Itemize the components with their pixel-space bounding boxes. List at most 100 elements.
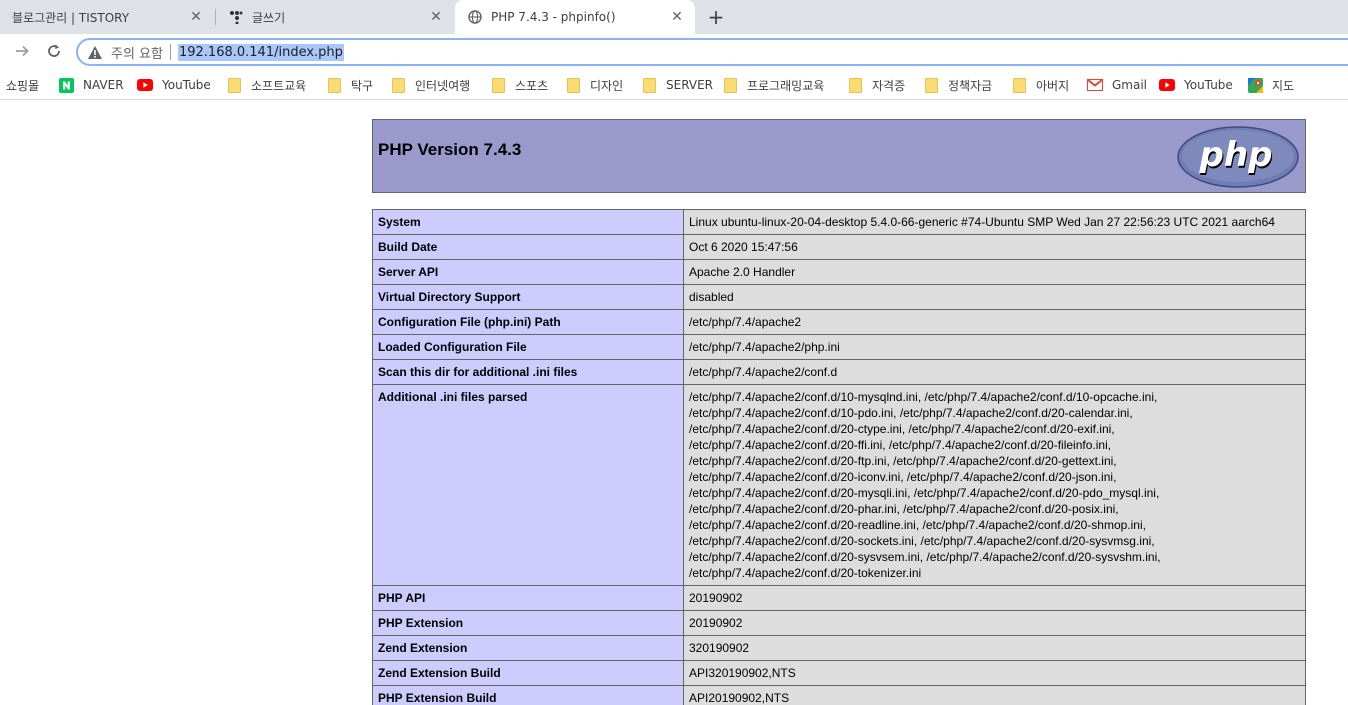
bookmark-naver[interactable]: NAVER (58, 76, 124, 94)
bookmark-label: 소프트교육 (251, 78, 307, 93)
row-value: Apache 2.0 Handler (683, 259, 1306, 285)
page-content: PHP Version 7.4.3 php php System Linux u… (0, 101, 1348, 705)
folder-icon (390, 77, 406, 93)
table-row: PHP API 20190902 (372, 585, 1306, 611)
row-key: Virtual Directory Support (372, 284, 684, 310)
bookmark-gmail[interactable]: Gmail (1087, 76, 1147, 94)
browser-toolbar: 주의 요함 192.168.0.141/index.php (0, 34, 1348, 70)
table-row: Loaded Configuration File /etc/php/7.4/a… (372, 334, 1306, 360)
folder-icon (326, 77, 342, 93)
row-value: Linux ubuntu-linux-20-04-desktop 5.4.0-6… (683, 209, 1306, 235)
bookmark-youtube[interactable]: YouTube (137, 76, 211, 94)
close-tab-icon[interactable]: ✕ (428, 9, 444, 25)
table-row: Build Date Oct 6 2020 15:47:56 (372, 234, 1306, 260)
address-bar[interactable]: 주의 요함 192.168.0.141/index.php (76, 38, 1348, 66)
folder-icon (565, 77, 581, 93)
table-row: PHP Extension Build API20190902,NTS (372, 685, 1306, 705)
folder-icon (722, 77, 738, 93)
tab-write-post[interactable]: 글쓰기 ✕ (216, 0, 454, 34)
youtube-icon (137, 77, 153, 93)
bookmark-shopping[interactable]: 쇼핑몰 (6, 76, 39, 94)
php-info-table: System Linux ubuntu-linux-20-04-desktop … (372, 209, 1306, 705)
bookmark-folder-server[interactable]: SERVER (641, 76, 713, 94)
bookmark-label: 정책자금 (948, 78, 993, 93)
table-row: PHP Extension 20190902 (372, 610, 1306, 636)
bookmark-label: 스포츠 (515, 78, 549, 93)
table-row: System Linux ubuntu-linux-20-04-desktop … (372, 209, 1306, 235)
tab-title: 글쓰기 (252, 10, 286, 25)
gmail-icon (1087, 77, 1103, 93)
bookmark-label: YouTube (1184, 78, 1233, 92)
bookmarks-bar: 쇼핑몰 NAVER YouTube 소프트교육 탁구 인터넷여행 스포츠 디자인… (0, 70, 1348, 100)
row-key: Zend Extension (372, 635, 684, 661)
bookmark-label: NAVER (83, 78, 124, 92)
tistory-dots-icon (228, 9, 244, 25)
bookmark-folder-policy-funds[interactable]: 정책자금 (923, 76, 992, 94)
row-key: Build Date (372, 234, 684, 260)
row-key: Loaded Configuration File (372, 334, 684, 360)
ini-file-line: /etc/php/7.4/apache2/conf.d/20-mysqli.in… (689, 486, 1160, 500)
warning-icon[interactable] (87, 44, 103, 60)
row-value: 20190902 (683, 585, 1306, 611)
table-row: Zend Extension 320190902 (372, 635, 1306, 661)
php-version-header: PHP Version 7.4.3 php php (372, 119, 1306, 193)
row-key: Configuration File (php.ini) Path (372, 309, 684, 335)
bookmark-label: Gmail (1112, 78, 1148, 92)
bookmark-label: 디자인 (590, 78, 624, 93)
bookmark-folder-certification[interactable]: 자격증 (847, 76, 905, 94)
bookmark-folder-sports[interactable]: 스포츠 (490, 76, 548, 94)
tab-strip: 블로그관리 | TISTORY ✕ 글쓰기 ✕ PHP 7.4.3 - phpi… (0, 0, 1348, 34)
row-value: 320190902 (683, 635, 1306, 661)
tab-phpinfo[interactable]: PHP 7.4.3 - phpinfo() ✕ (455, 0, 695, 34)
row-key: PHP API (372, 585, 684, 611)
tab-tistory-admin[interactable]: 블로그관리 | TISTORY ✕ (0, 0, 214, 34)
row-value: API320190902,NTS (683, 660, 1306, 686)
page-title: PHP Version 7.4.3 (378, 140, 522, 159)
row-key: PHP Extension (372, 610, 684, 636)
security-warning-label[interactable]: 주의 요함 (111, 43, 163, 62)
ini-file-line: /etc/php/7.4/apache2/conf.d/20-ctype.ini… (689, 422, 1115, 436)
php-logo[interactable]: php php (1176, 125, 1300, 192)
table-row: Configuration File (php.ini) Path /etc/p… (372, 309, 1306, 335)
bookmark-folder-programming-edu[interactable]: 프로그래밍교육 (722, 76, 824, 94)
row-value-additional-ini: /etc/php/7.4/apache2/conf.d/10-mysqlnd.i… (683, 384, 1306, 586)
bookmark-youtube-2[interactable]: YouTube (1159, 76, 1233, 94)
close-tab-icon[interactable]: ✕ (188, 9, 204, 25)
row-key: Additional .ini files parsed (372, 384, 684, 586)
folder-icon (847, 77, 863, 93)
new-tab-button[interactable]: + (706, 7, 726, 27)
bookmark-maps[interactable]: 지도 (1247, 76, 1294, 94)
bookmark-label: SERVER (666, 78, 714, 92)
table-row: Scan this dir for additional .ini files … (372, 359, 1306, 385)
url-text[interactable]: 192.168.0.141/index.php (177, 43, 344, 61)
row-value: Oct 6 2020 15:47:56 (683, 234, 1306, 260)
row-key: Server API (372, 259, 684, 285)
bookmark-label: 자격증 (872, 78, 906, 93)
ini-file-line: /etc/php/7.4/apache2/conf.d/20-sockets.i… (689, 534, 1155, 548)
folder-icon (490, 77, 506, 93)
bookmark-folder-software-edu[interactable]: 소프트교육 (226, 76, 306, 94)
close-tab-icon[interactable]: ✕ (669, 9, 685, 25)
reload-icon (46, 43, 62, 62)
reload-button[interactable] (42, 40, 66, 64)
maps-icon (1247, 77, 1263, 93)
forward-button[interactable] (10, 40, 34, 64)
bookmark-folder-design[interactable]: 디자인 (565, 76, 623, 94)
arrow-right-icon (14, 43, 30, 62)
row-key: Zend Extension Build (372, 660, 684, 686)
row-value: 20190902 (683, 610, 1306, 636)
bookmark-folder-father[interactable]: 아버지 (1011, 76, 1069, 94)
row-value: /etc/php/7.4/apache2/php.ini (683, 334, 1306, 360)
table-row: Virtual Directory Support disabled (372, 284, 1306, 310)
ini-file-line: /etc/php/7.4/apache2/conf.d/20-iconv.ini… (689, 470, 1117, 484)
youtube-icon (1159, 77, 1175, 93)
bookmark-folder-table-tennis[interactable]: 탁구 (326, 76, 373, 94)
row-value: disabled (683, 284, 1306, 310)
ini-file-line: /etc/php/7.4/apache2/conf.d/20-phar.ini,… (689, 502, 1119, 516)
row-key: System (372, 209, 684, 235)
ini-file-line: /etc/php/7.4/apache2/conf.d/20-readline.… (689, 518, 1146, 532)
bookmark-label: 탁구 (351, 78, 374, 93)
ini-file-line: /etc/php/7.4/apache2/conf.d/20-tokenizer… (689, 566, 922, 580)
bookmark-label: 쇼핑몰 (6, 78, 40, 93)
bookmark-folder-internet-travel[interactable]: 인터넷여행 (390, 76, 470, 94)
